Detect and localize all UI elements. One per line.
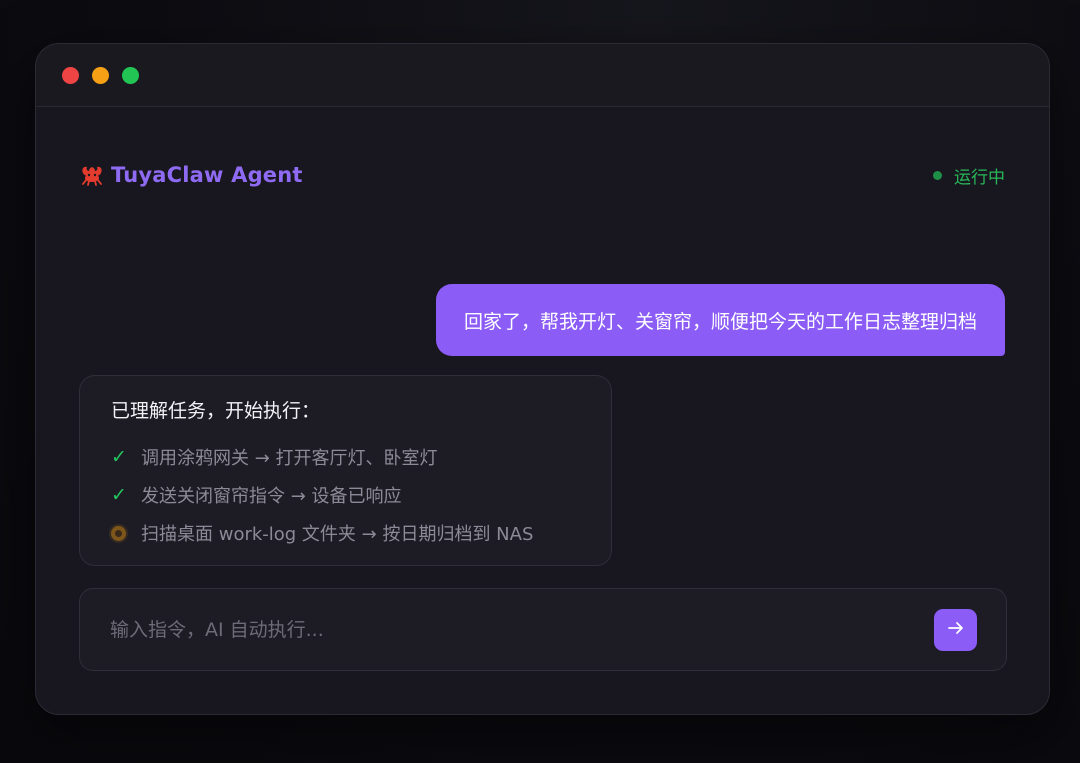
task-step-text: 发送关闭窗帘指令 → 设备已响应 bbox=[141, 486, 402, 507]
check-icon: ✓ bbox=[111, 446, 127, 468]
user-message-text: 回家了，帮我开灯、关窗帘，顺便把今天的工作日志整理归档 bbox=[463, 310, 977, 333]
user-message-bubble: 回家了，帮我开灯、关窗帘，顺便把今天的工作日志整理归档 bbox=[435, 284, 1005, 356]
brand: TuyaClaw Agent bbox=[79, 162, 303, 188]
pending-dot-icon bbox=[111, 525, 129, 541]
app-header: TuyaClaw Agent 运行中 bbox=[79, 160, 1005, 190]
agent-response-card: 已理解任务，开始执行： ✓ 调用涂鸦网关 → 打开客厅灯、卧室灯 ✓ 发送关闭窗… bbox=[79, 375, 612, 566]
task-step-item: 扫描桌面 work-log 文件夹 → 按日期归档到 NAS bbox=[111, 514, 580, 552]
check-icon: ✓ bbox=[111, 484, 127, 506]
command-input[interactable] bbox=[110, 618, 934, 641]
command-input-bar bbox=[79, 588, 1007, 671]
crab-claw-icon bbox=[79, 162, 105, 188]
window-titlebar bbox=[36, 44, 1049, 107]
send-button[interactable] bbox=[934, 608, 977, 651]
status-dot-icon bbox=[933, 170, 942, 180]
close-window-button[interactable] bbox=[62, 66, 79, 84]
task-step-item: ✓ 发送关闭窗帘指令 → 设备已响应 bbox=[111, 476, 580, 514]
minimize-window-button[interactable] bbox=[92, 66, 109, 84]
status-label: 运行中 bbox=[954, 167, 1005, 188]
task-step-item: ✓ 调用涂鸦网关 → 打开客厅灯、卧室灯 bbox=[111, 438, 580, 476]
app-title: TuyaClaw Agent bbox=[111, 163, 303, 187]
status-indicator: 运行中 bbox=[933, 163, 1005, 188]
arrow-right-icon bbox=[947, 619, 964, 640]
task-step-text: 调用涂鸦网关 → 打开客厅灯、卧室灯 bbox=[141, 448, 438, 469]
agent-response-title: 已理解任务，开始执行： bbox=[111, 400, 321, 422]
app-window: TuyaClaw Agent 运行中 回家了，帮我开灯、关窗帘，顺便把今天的工作… bbox=[35, 43, 1050, 715]
maximize-window-button[interactable] bbox=[122, 66, 139, 84]
task-step-text: 扫描桌面 work-log 文件夹 → 按日期归档到 NAS bbox=[141, 524, 534, 545]
